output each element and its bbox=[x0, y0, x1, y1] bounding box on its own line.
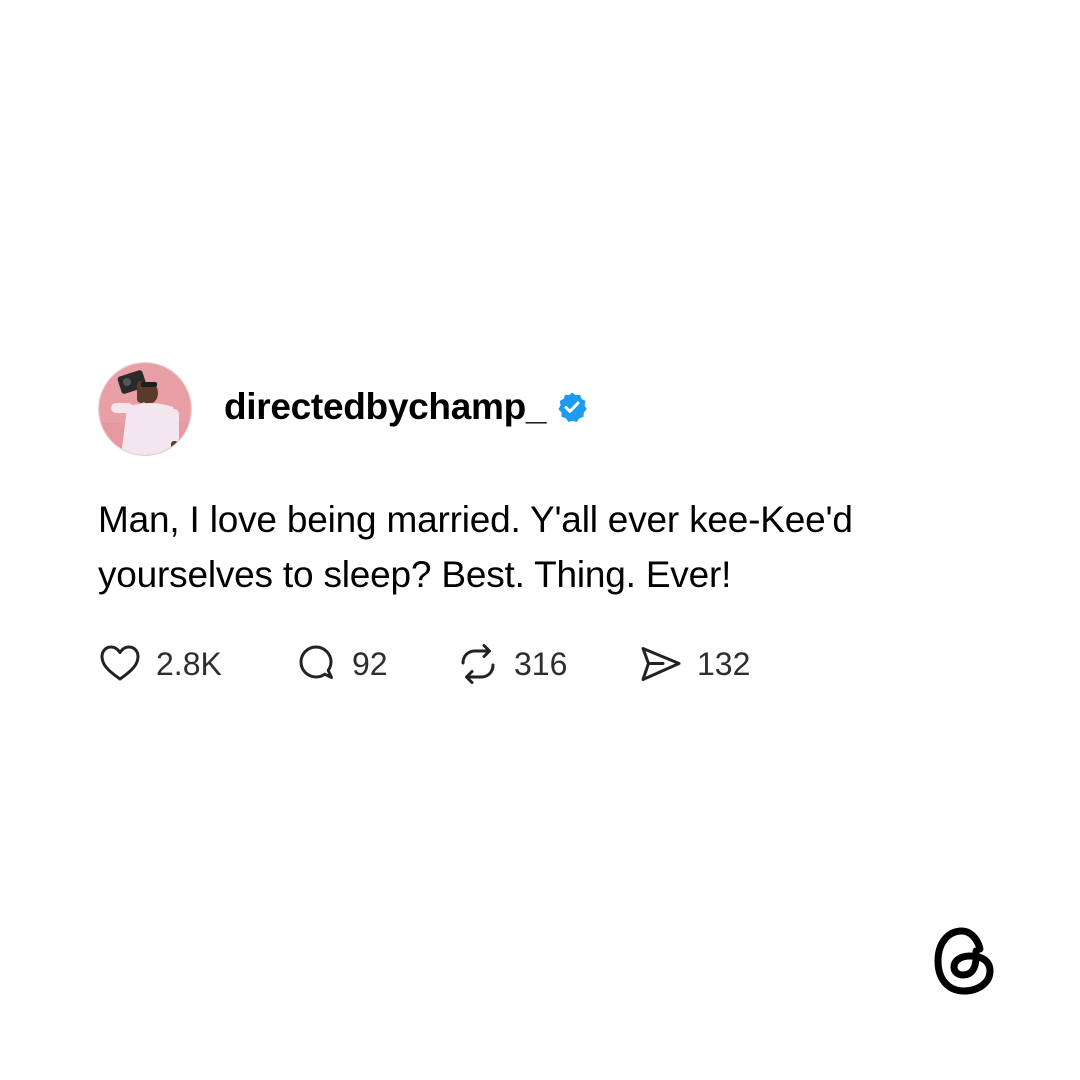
repost-button[interactable]: 316 bbox=[456, 642, 639, 686]
avatar[interactable] bbox=[98, 362, 192, 456]
comment-bubble-icon bbox=[299, 645, 333, 679]
repost-count: 316 bbox=[514, 646, 568, 682]
heart-icon bbox=[100, 645, 140, 681]
post-text: Man, I love being married. Y'all ever ke… bbox=[98, 499, 853, 595]
post-header: directedbychamp_ bbox=[98, 362, 998, 456]
threads-logo-icon bbox=[934, 927, 994, 995]
share-count: 132 bbox=[697, 646, 751, 682]
reply-button[interactable]: 92 bbox=[294, 642, 456, 686]
threads-post: directedbychamp_ Man, I love being marri… bbox=[98, 362, 998, 686]
send-icon bbox=[641, 647, 681, 681]
verified-badge-icon bbox=[558, 392, 587, 422]
like-button[interactable]: 2.8K bbox=[98, 642, 294, 686]
share-button[interactable]: 132 bbox=[639, 642, 750, 686]
post-actions: 2.8K 92 316 132 bbox=[98, 642, 998, 686]
reply-count: 92 bbox=[352, 646, 388, 682]
avatar-photo bbox=[99, 363, 191, 455]
repost-icon bbox=[461, 644, 495, 684]
username[interactable]: directedbychamp_ bbox=[224, 388, 546, 425]
like-count: 2.8K bbox=[156, 646, 222, 682]
